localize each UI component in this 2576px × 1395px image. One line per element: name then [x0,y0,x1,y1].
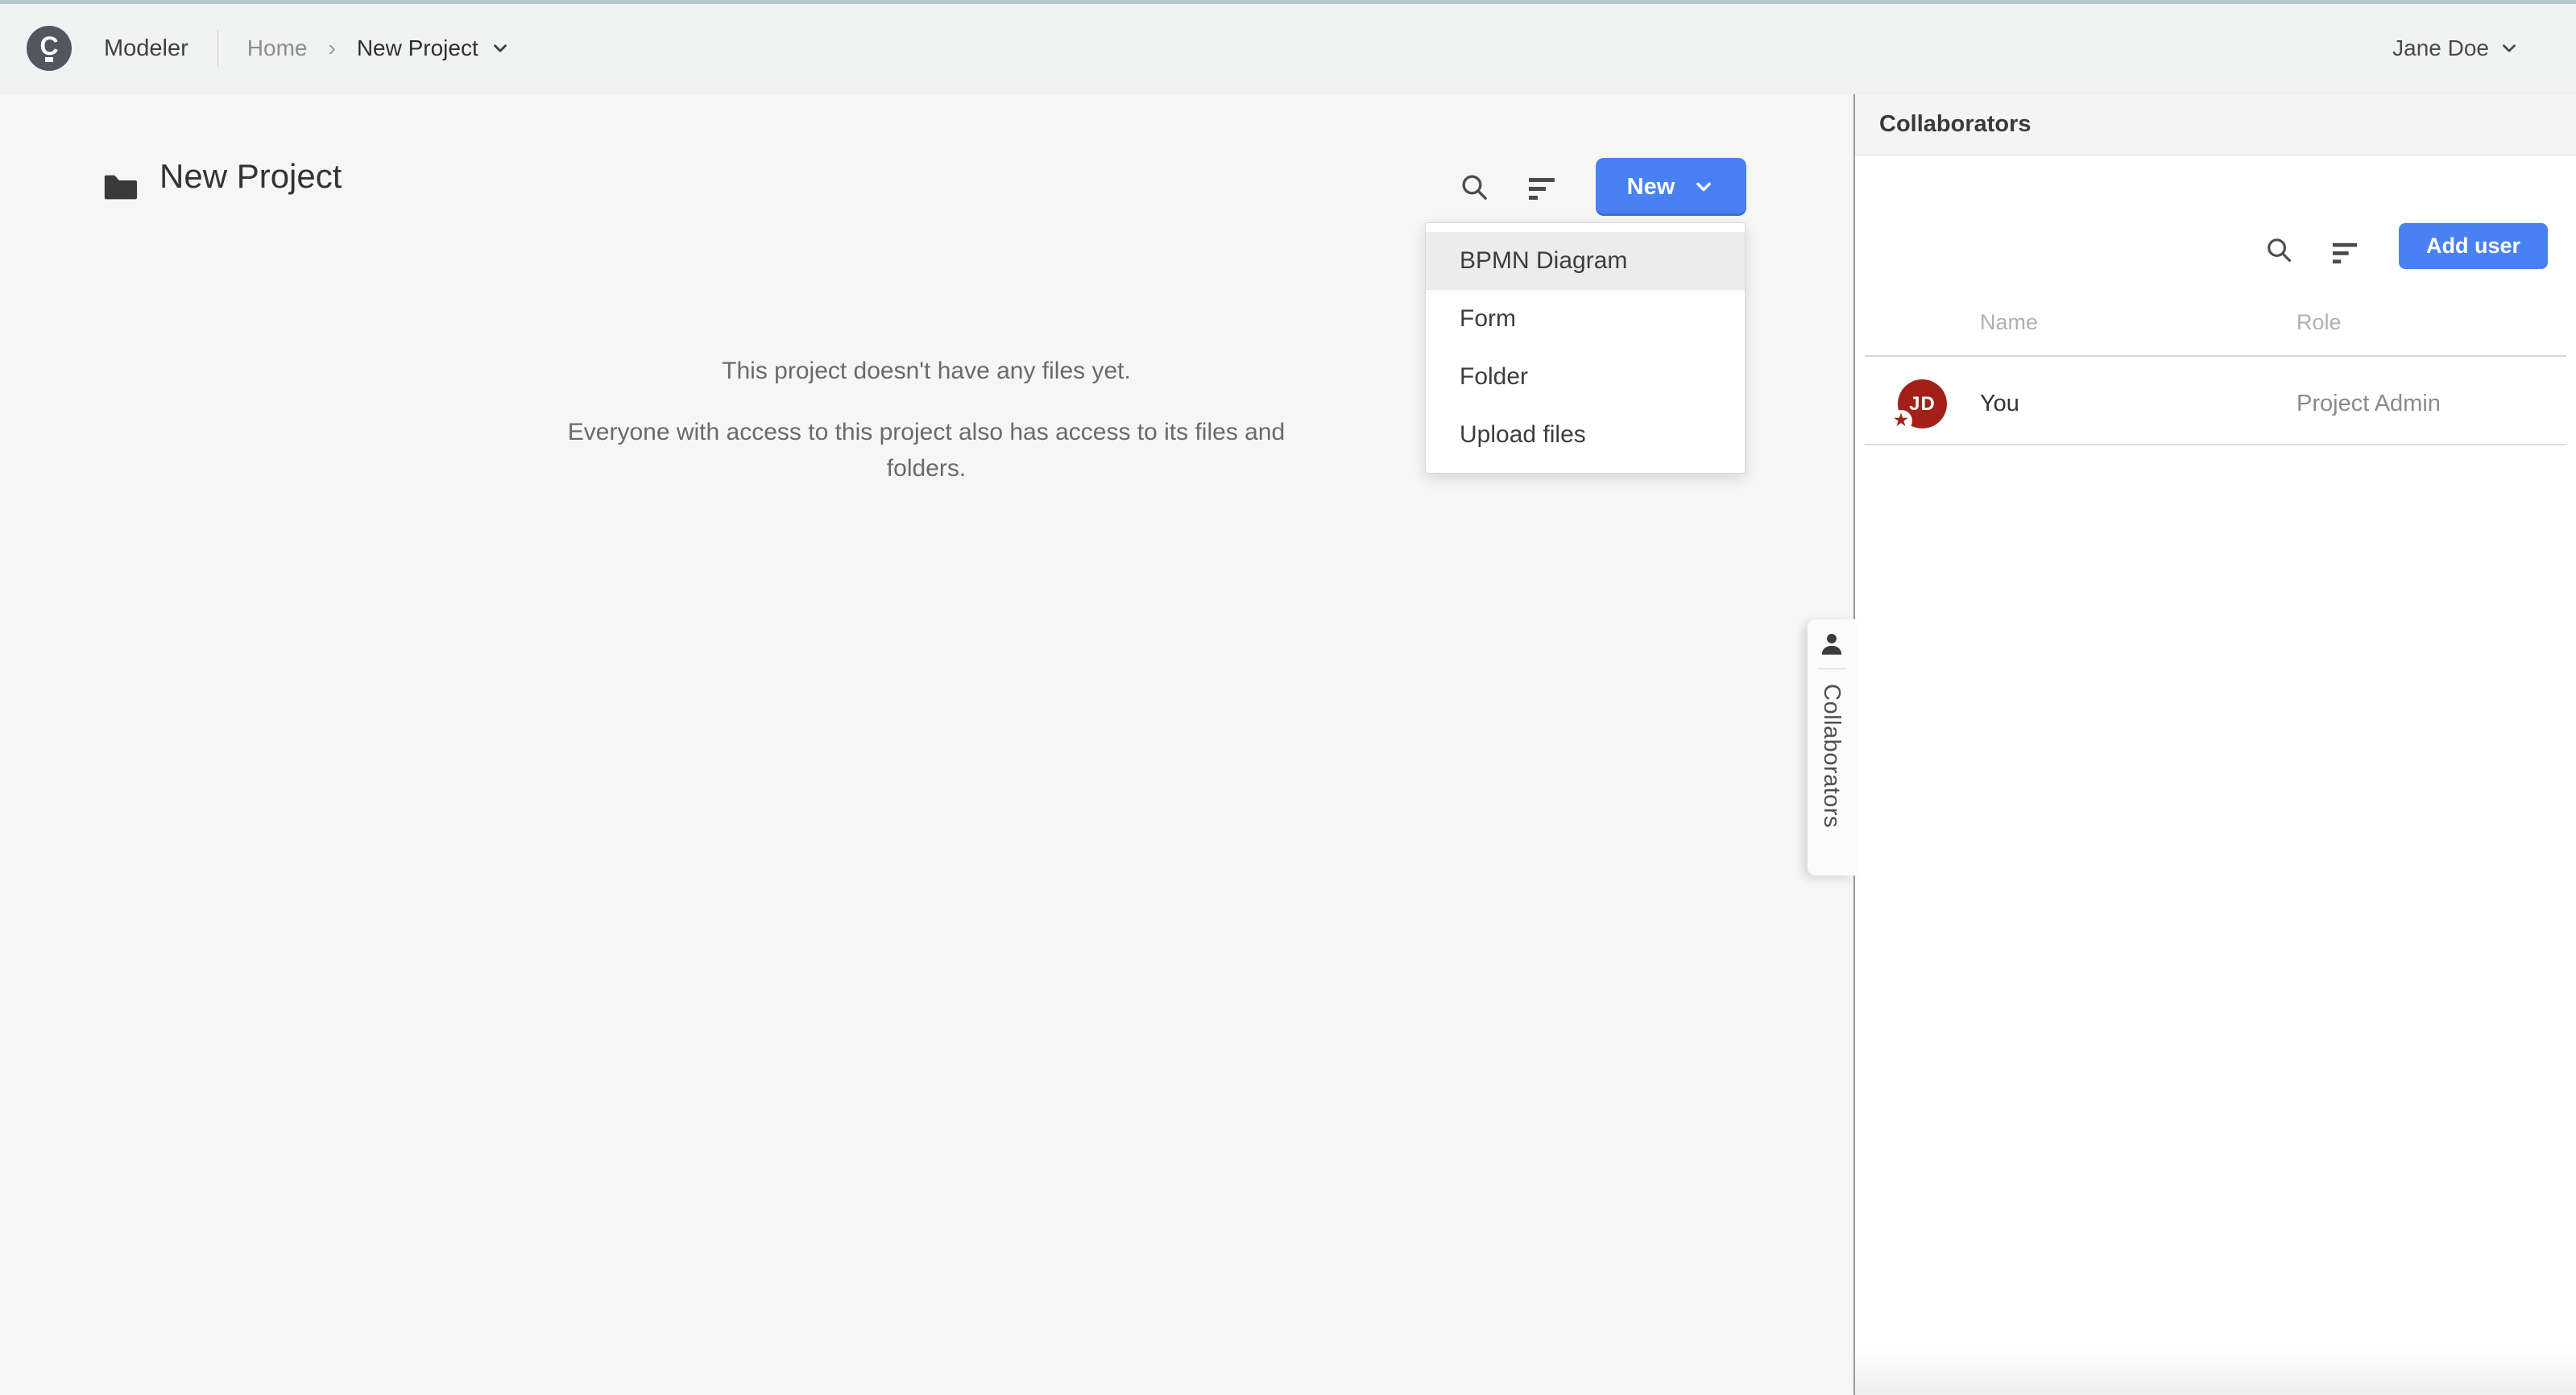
page-title: New Project [159,157,342,195]
column-header-name: Name [1980,310,2039,334]
user-menu[interactable]: Jane Doe [2392,35,2520,61]
add-user-button[interactable]: Add user [2399,223,2548,269]
user-name: Jane Doe [2392,35,2489,60]
breadcrumb-home[interactable]: Home [247,35,308,61]
avatar: JD ★ [1891,379,1947,432]
person-icon [1818,631,1845,658]
column-header-role: Role [2296,310,2342,334]
camunda-logo-icon[interactable]: C [27,26,72,71]
project-admin-star-icon: ★ [1891,410,1912,432]
collaborator-name: You [1980,391,2019,416]
new-button[interactable]: New [1596,158,1746,216]
breadcrumb-current-label: New Project [356,35,478,60]
search-files-button[interactable] [1456,169,1492,205]
breadcrumb-current-project[interactable]: New Project [357,35,511,61]
topbar: C Modeler Home › New Project Jane Doe [0,4,2576,93]
collaborators-panel: Collaborators Add user Name Role JD ★ Yo… [1853,94,2576,1395]
sort-files-button[interactable] [1524,171,1559,206]
chevron-down-icon [1692,176,1715,198]
modeler-app-screen: C Modeler Home › New Project Jane Doe Ne… [0,0,2576,1395]
breadcrumb-separator: › [328,35,336,60]
folder-icon [101,168,139,205]
table-row-divider [1865,444,2566,445]
new-button-label: New [1626,173,1675,200]
svg-text:C: C [39,31,58,60]
collaborators-tab-label: Collaborators [1819,684,1845,828]
panel-bottom-fade [1855,1347,2576,1395]
project-content-area: New Project New BPMN Diagram Form Folder… [0,94,1853,1395]
breadcrumb: Home › New Project [247,35,511,61]
menu-item-folder[interactable]: Folder [1426,348,1745,406]
menu-item-upload-files[interactable]: Upload files [1426,406,1745,464]
chevron-down-icon [2499,38,2520,59]
menu-item-bpmn-diagram[interactable]: BPMN Diagram [1426,232,1745,290]
menu-item-form[interactable]: Form [1426,290,1745,348]
collaborator-row[interactable]: JD ★ You Project Admin [1855,357,2576,444]
chevron-down-icon [490,38,511,59]
sort-collaborators-button[interactable] [2327,235,2363,271]
collaborators-panel-title: Collaborators [1879,111,2031,137]
topbar-divider [217,30,218,67]
search-collaborators-button[interactable] [2261,232,2296,267]
new-menu-dropdown: BPMN Diagram Form Folder Upload files [1425,222,1746,474]
collaborators-tab-toggle[interactable]: Collaborators [1808,619,1855,875]
app-name: Modeler [104,35,188,61]
avatar-initials: JD [1909,392,1936,415]
collaborator-role: Project Admin [2296,391,2441,416]
